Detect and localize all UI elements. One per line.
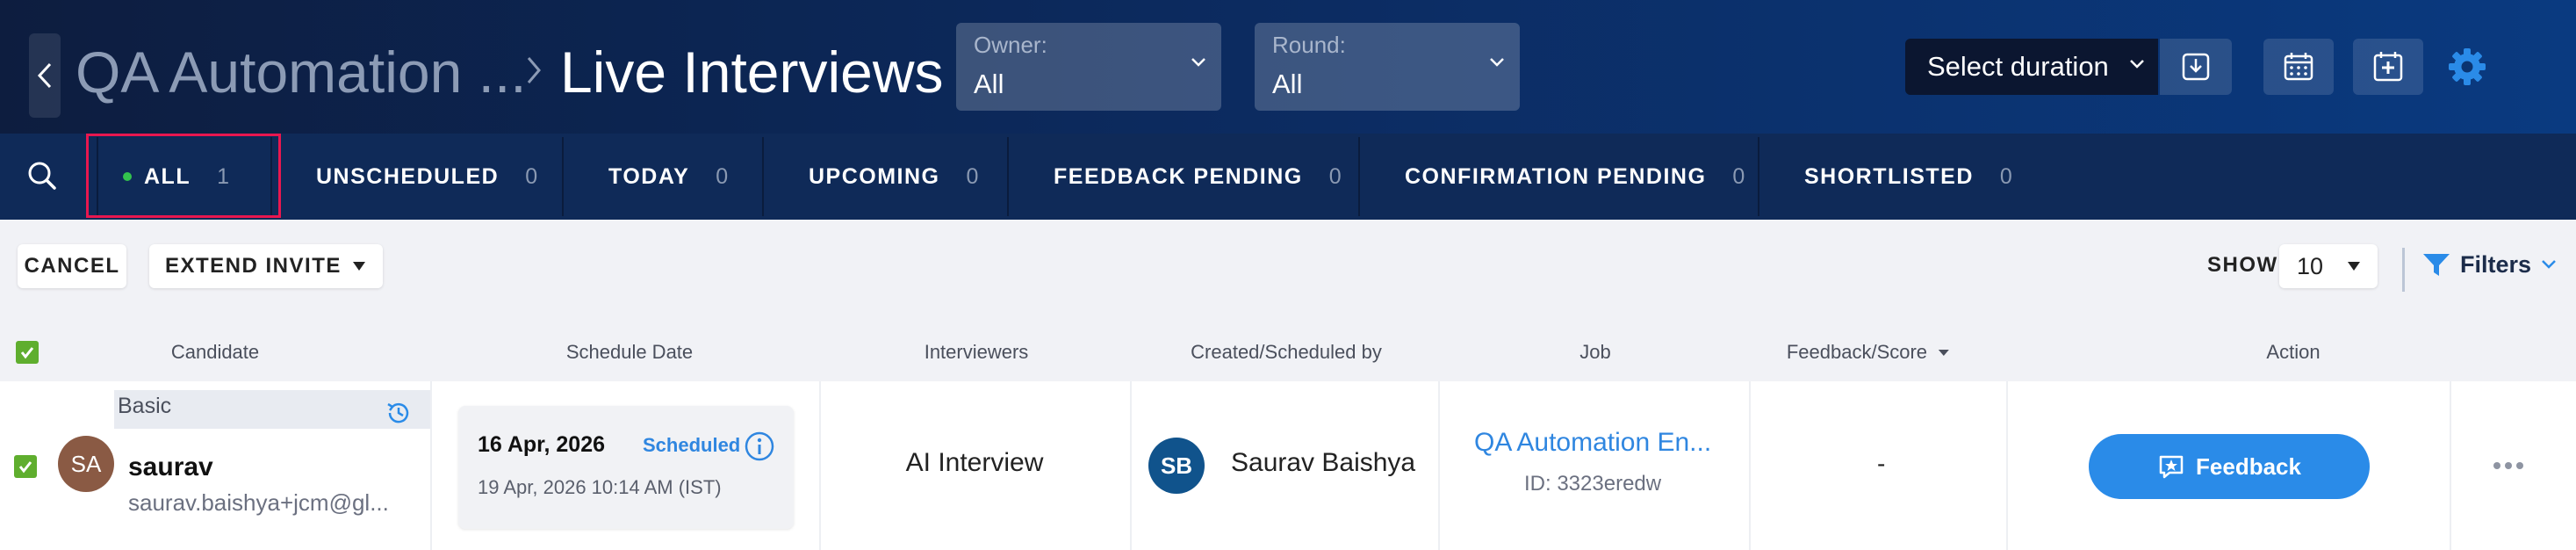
tab-count: 0 (1328, 163, 1342, 189)
gear-icon (2449, 48, 2486, 85)
cancel-button[interactable]: CANCEL (18, 244, 126, 288)
filters-button[interactable]: Filters (2421, 250, 2558, 279)
tab-shortlisted[interactable]: SHORTLISTED 0 (1804, 134, 2012, 220)
tab-label: UNSCHEDULED (316, 163, 500, 189)
tab-count: 0 (966, 163, 979, 189)
extend-invite-dropdown[interactable]: EXTEND INVITE (149, 244, 383, 288)
download-button[interactable] (2160, 39, 2232, 95)
page-title: Live Interviews (560, 40, 944, 105)
tab-today[interactable]: TODAY 0 (608, 134, 728, 220)
page-size-value: 10 (2297, 252, 2324, 279)
feedback-label: Feedback (2196, 452, 2301, 480)
col-interviewers[interactable]: Interviewers (925, 341, 1029, 364)
round-value: All (1272, 69, 1303, 99)
cancel-label: CANCEL (24, 254, 120, 278)
interviewer-name: AI Interview (905, 448, 1044, 477)
col-candidate[interactable]: Candidate (171, 341, 259, 364)
info-icon[interactable] (744, 431, 775, 462)
tab-count: 0 (716, 163, 729, 189)
calendar-button[interactable] (2263, 39, 2334, 95)
candidate-avatar: SA (58, 436, 114, 492)
scheduled-datetime: 19 Apr, 2026 10:14 AM (IST) (478, 476, 722, 498)
round-label: Round: (1272, 32, 1346, 58)
more-options-button[interactable] (2493, 462, 2523, 469)
creator-avatar: SB (1148, 438, 1205, 494)
candidate-name[interactable]: saurav (128, 452, 213, 482)
job-id: ID: 3323eredw (1524, 472, 1662, 496)
back-button[interactable] (29, 33, 61, 118)
breadcrumb-parent[interactable]: QA Automation ... (76, 37, 527, 107)
caret-down-icon (2348, 262, 2360, 271)
search-icon[interactable] (25, 158, 60, 193)
chevron-right-icon (527, 57, 541, 83)
tab-confirmation-pending[interactable]: CONFIRMATION PENDING 0 (1405, 134, 1745, 220)
select-all-checkbox[interactable] (16, 341, 39, 364)
chevron-left-icon (37, 62, 52, 89)
chevron-down-icon (1191, 58, 1205, 67)
history-icon[interactable] (385, 399, 413, 427)
chevron-down-icon (2130, 60, 2144, 69)
sort-down-icon (1939, 350, 1950, 357)
status-badge: Scheduled (643, 434, 741, 456)
schedule-card: 16 Apr, 2026 Scheduled 19 Apr, 2026 10:1… (458, 406, 794, 529)
job-link[interactable]: QA Automation En... (1474, 428, 1711, 458)
duration-select[interactable]: Select duration (1905, 39, 2158, 95)
col-schedule-date[interactable]: Schedule Date (566, 341, 693, 364)
settings-button[interactable] (2441, 40, 2493, 93)
col-created-by[interactable]: Created/Scheduled by (1191, 341, 1382, 364)
tab-count: 0 (525, 163, 538, 189)
tab-label: UPCOMING (809, 163, 940, 189)
owner-label: Owner: (974, 32, 1047, 58)
download-icon (2182, 53, 2210, 81)
owner-value: All (974, 69, 1004, 99)
dot-icon (2505, 462, 2512, 469)
tab-count: 0 (1732, 163, 1745, 189)
calendar-icon (2284, 53, 2313, 81)
active-tab-highlight (86, 134, 281, 218)
dot-icon (2516, 462, 2523, 469)
calendar-add-icon (2373, 52, 2403, 82)
tab-label: SHORTLISTED (1804, 163, 1974, 189)
chevron-down-icon (1490, 58, 1504, 67)
tab-unscheduled[interactable]: UNSCHEDULED 0 (316, 134, 537, 220)
col-feedback-score[interactable]: Feedback/Score (1787, 341, 1950, 364)
show-label: SHOW (2207, 253, 2278, 277)
check-icon (20, 347, 34, 359)
page-size-select[interactable]: 10 (2279, 244, 2378, 288)
col-job[interactable]: Job (1579, 341, 1610, 364)
tab-label: CONFIRMATION PENDING (1405, 163, 1707, 189)
feedback-score: - (1877, 450, 1886, 477)
candidate-tag: Basic (114, 390, 430, 429)
app-header: QA Automation ... Live Interviews Owner:… (0, 0, 2576, 134)
chevron-down-icon (2542, 260, 2556, 269)
round-dropdown[interactable]: Round: All (1255, 23, 1520, 111)
tab-feedback-pending[interactable]: FEEDBACK PENDING 0 (1054, 134, 1342, 220)
feedback-button[interactable]: Feedback (2089, 434, 2370, 499)
check-icon (18, 461, 32, 474)
add-interview-button[interactable] (2353, 39, 2423, 95)
status-tabs: ALL 1 UNSCHEDULED 0 TODAY 0 UPCOMING 0 F… (0, 134, 2576, 220)
candidate-email: saurav.baishya+jcm@gl... (128, 489, 389, 516)
row-checkbox[interactable] (14, 455, 37, 478)
owner-dropdown[interactable]: Owner: All (956, 23, 1221, 111)
dot-icon (2493, 462, 2500, 469)
toolbar-divider (2402, 248, 2405, 292)
feedback-icon (2159, 455, 2184, 479)
extend-invite-label: EXTEND INVITE (165, 254, 342, 278)
filter-icon (2423, 254, 2450, 276)
schedule-date: 16 Apr, 2026 (478, 432, 606, 457)
tab-upcoming[interactable]: UPCOMING 0 (809, 134, 978, 220)
tab-label: TODAY (608, 163, 690, 189)
duration-label: Select duration (1927, 51, 2109, 82)
tab-label: FEEDBACK PENDING (1054, 163, 1303, 189)
col-feedback-score-label: Feedback/Score (1786, 341, 1928, 363)
col-action: Action (2266, 341, 2321, 363)
candidate-tag-label: Basic (118, 394, 172, 418)
creator-name: Saurav Baishya (1231, 448, 1416, 477)
tab-count: 0 (1999, 163, 2012, 189)
filters-label: Filters (2460, 250, 2532, 278)
caret-down-icon (353, 262, 365, 271)
